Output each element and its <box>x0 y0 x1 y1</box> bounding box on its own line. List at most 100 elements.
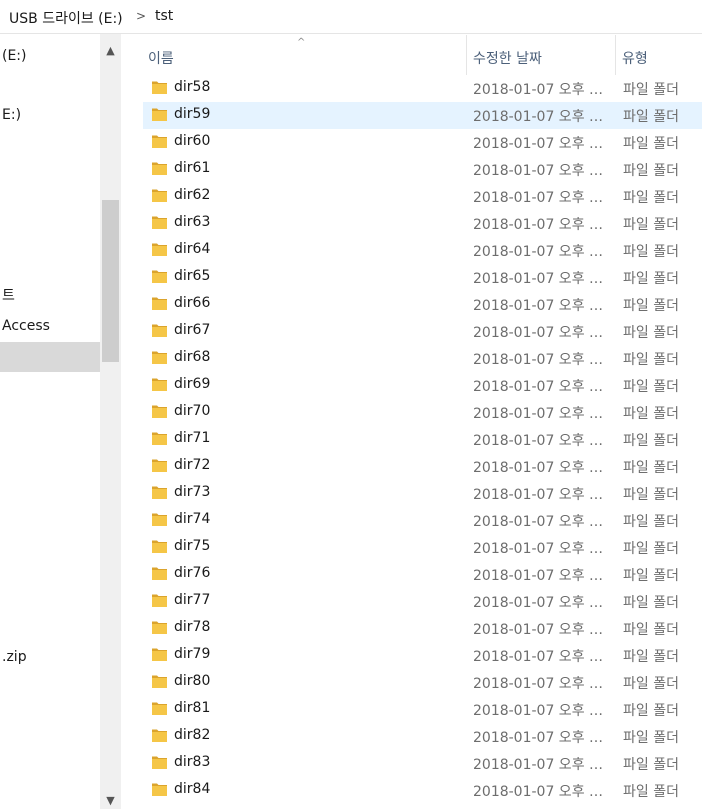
file-row[interactable]: dir77 2018-01-07 오후 5:... 파일 폴더 <box>143 588 702 615</box>
folder-icon <box>152 243 167 256</box>
nav-item-label: .zip <box>2 649 27 665</box>
nav-scrollbar[interactable]: ▲ ▼ <box>100 34 121 809</box>
nav-item[interactable]: 트 <box>0 279 100 309</box>
file-type: 파일 폴더 <box>623 514 679 530</box>
file-name: dir75 <box>174 538 211 554</box>
file-name: dir72 <box>174 457 211 473</box>
file-name: dir64 <box>174 241 211 257</box>
file-row[interactable]: dir83 2018-01-07 오후 5:... 파일 폴더 <box>143 750 702 777</box>
file-row[interactable]: dir78 2018-01-07 오후 5:... 파일 폴더 <box>143 615 702 642</box>
file-date: 2018-01-07 오후 5:... <box>473 514 606 530</box>
nav-item[interactable] <box>0 342 100 372</box>
folder-icon <box>152 189 167 202</box>
folder-icon <box>152 135 167 148</box>
file-date: 2018-01-07 오후 5:... <box>473 622 606 638</box>
file-row[interactable]: dir69 2018-01-07 오후 5:... 파일 폴더 <box>143 372 702 399</box>
file-date: 2018-01-07 오후 5:... <box>473 433 606 449</box>
file-row[interactable]: dir72 2018-01-07 오후 5:... 파일 폴더 <box>143 453 702 480</box>
folder-icon <box>152 81 167 94</box>
file-type: 파일 폴더 <box>623 730 679 746</box>
file-date: 2018-01-07 오후 5:... <box>473 109 606 125</box>
file-type: 파일 폴더 <box>623 676 679 692</box>
file-row[interactable]: dir68 2018-01-07 오후 5:... 파일 폴더 <box>143 345 702 372</box>
folder-icon <box>152 648 167 661</box>
file-name: dir58 <box>174 79 211 95</box>
file-type: 파일 폴더 <box>623 541 679 557</box>
file-type: 파일 폴더 <box>623 163 679 179</box>
file-name: dir69 <box>174 376 211 392</box>
file-row[interactable]: dir63 2018-01-07 오후 5:... 파일 폴더 <box>143 210 702 237</box>
file-row[interactable]: dir64 2018-01-07 오후 5:... 파일 폴더 <box>143 237 702 264</box>
file-name: dir81 <box>174 700 211 716</box>
file-row[interactable]: dir73 2018-01-07 오후 5:... 파일 폴더 <box>143 480 702 507</box>
nav-item[interactable]: E:) <box>0 101 100 131</box>
folder-icon <box>152 540 167 553</box>
file-name: dir82 <box>174 727 211 743</box>
file-type: 파일 폴더 <box>623 82 679 98</box>
file-type: 파일 폴더 <box>623 325 679 341</box>
file-name: dir68 <box>174 349 211 365</box>
file-row[interactable]: dir62 2018-01-07 오후 5:... 파일 폴더 <box>143 183 702 210</box>
file-row[interactable]: dir81 2018-01-07 오후 5:... 파일 폴더 <box>143 696 702 723</box>
nav-item[interactable]: .zip <box>0 643 100 673</box>
file-type: 파일 폴더 <box>623 784 679 800</box>
chevron-right-icon[interactable]: > <box>136 9 146 23</box>
scrollbar-thumb[interactable] <box>102 200 119 362</box>
file-date: 2018-01-07 오후 5:... <box>473 298 606 314</box>
folder-icon <box>152 729 167 742</box>
folder-icon <box>152 783 167 796</box>
folder-icon <box>152 459 167 472</box>
file-row[interactable]: dir58 2018-01-07 오후 5:... 파일 폴더 <box>143 75 702 102</box>
file-row[interactable]: dir79 2018-01-07 오후 5:... 파일 폴더 <box>143 642 702 669</box>
folder-icon <box>152 270 167 283</box>
nav-item-label: 트 <box>2 288 15 304</box>
scroll-up-icon[interactable]: ▲ <box>100 44 121 57</box>
file-type: 파일 폴더 <box>623 487 679 503</box>
folder-icon <box>152 405 167 418</box>
file-row[interactable]: dir60 2018-01-07 오후 5:... 파일 폴더 <box>143 129 702 156</box>
file-type: 파일 폴더 <box>623 352 679 368</box>
file-date: 2018-01-07 오후 5:... <box>473 163 606 179</box>
file-date: 2018-01-07 오후 5:... <box>473 325 606 341</box>
file-row[interactable]: dir66 2018-01-07 오후 5:... 파일 폴더 <box>143 291 702 318</box>
folder-icon <box>152 162 167 175</box>
file-row[interactable]: dir67 2018-01-07 오후 5:... 파일 폴더 <box>143 318 702 345</box>
file-type: 파일 폴더 <box>623 109 679 125</box>
file-name: dir65 <box>174 268 211 284</box>
file-name: dir59 <box>174 106 211 122</box>
file-row[interactable]: dir71 2018-01-07 오후 5:... 파일 폴더 <box>143 426 702 453</box>
file-row[interactable]: dir82 2018-01-07 오후 5:... 파일 폴더 <box>143 723 702 750</box>
navigation-pane: (E:) E:) 트 Access .zip ▲ ▼ <box>0 34 121 809</box>
file-row[interactable]: dir80 2018-01-07 오후 5:... 파일 폴더 <box>143 669 702 696</box>
file-date: 2018-01-07 오후 5:... <box>473 136 606 152</box>
nav-item[interactable]: Access <box>0 312 100 342</box>
column-header-type[interactable]: 유형 <box>615 35 702 75</box>
file-type: 파일 폴더 <box>623 406 679 422</box>
file-date: 2018-01-07 오후 5:... <box>473 190 606 206</box>
column-header-date[interactable]: 수정한 날짜 <box>466 35 616 75</box>
file-row[interactable]: dir75 2018-01-07 오후 5:... 파일 폴더 <box>143 534 702 561</box>
file-date: 2018-01-07 오후 5:... <box>473 406 606 422</box>
file-row[interactable]: dir74 2018-01-07 오후 5:... 파일 폴더 <box>143 507 702 534</box>
folder-icon <box>152 594 167 607</box>
file-row[interactable]: dir65 2018-01-07 오후 5:... 파일 폴더 <box>143 264 702 291</box>
breadcrumb-folder[interactable]: tst <box>155 8 173 24</box>
file-row[interactable]: dir61 2018-01-07 오후 5:... 파일 폴더 <box>143 156 702 183</box>
file-type: 파일 폴더 <box>623 568 679 584</box>
file-list: dir58 2018-01-07 오후 5:... 파일 폴더 dir59 2018-0… <box>143 75 702 809</box>
file-name: dir70 <box>174 403 211 419</box>
file-row[interactable]: dir59 2018-01-07 오후 5:... 파일 폴더 <box>143 102 702 129</box>
file-name: dir67 <box>174 322 211 338</box>
breadcrumb-drive[interactable]: USB 드라이브 (E:) <box>9 8 123 28</box>
file-row[interactable]: dir70 2018-01-07 오후 5:... 파일 폴더 <box>143 399 702 426</box>
scroll-down-icon[interactable]: ▼ <box>100 794 121 807</box>
file-row[interactable]: dir76 2018-01-07 오후 5:... 파일 폴더 <box>143 561 702 588</box>
folder-icon <box>152 675 167 688</box>
file-type: 파일 폴더 <box>623 298 679 314</box>
nav-item[interactable]: (E:) <box>0 42 100 72</box>
file-date: 2018-01-07 오후 5:... <box>473 352 606 368</box>
nav-item-label: (E:) <box>2 48 27 64</box>
file-row[interactable]: dir84 2018-01-07 오후 5:... 파일 폴더 <box>143 777 702 804</box>
file-name: dir77 <box>174 592 211 608</box>
file-date: 2018-01-07 오후 5:... <box>473 784 606 800</box>
